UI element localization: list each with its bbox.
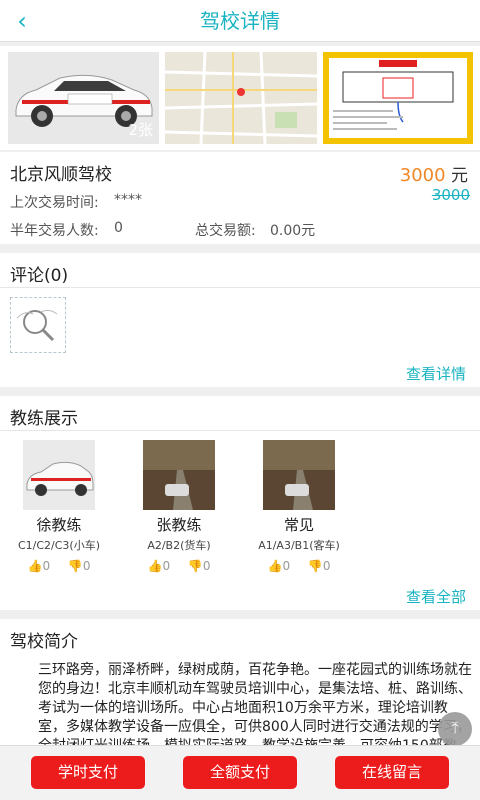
price-value: 3000 [399, 165, 446, 186]
thumb-up-icon[interactable]: 👍 [267, 559, 282, 573]
comments-section: 评论(0) 查看详情 [0, 253, 480, 387]
last-trade-label: 上次交易时间: [10, 195, 99, 211]
total-amount-value: 0.00元 [270, 223, 316, 239]
dislike-count: 0 [322, 559, 331, 573]
like-count: 0 [282, 559, 291, 573]
gallery-photo-car[interactable]: 2张 [8, 52, 159, 144]
coach-votes: 👍0 👎0 [124, 559, 234, 573]
coach-license: A2/B2(货车) [147, 539, 211, 552]
coach-photo [23, 440, 95, 510]
dislike-count: 0 [82, 559, 91, 573]
half-year-label: 半年交易人数: [10, 223, 99, 239]
like-count: 0 [162, 559, 171, 573]
thumb-up-icon[interactable]: 👍 [147, 559, 162, 573]
empty-comment-icon [10, 297, 66, 353]
header-bar: ‹ 驾校详情 [0, 0, 480, 42]
intro-section: 驾校简介 三环路旁，丽泽桥畔，绿树成荫，百花争艳。一座花园式的训练场就在您的身边… [0, 619, 480, 745]
comments-title: 评论(0) [10, 266, 69, 286]
thumb-down-icon[interactable]: 👎 [68, 559, 83, 573]
coach-card[interactable]: 徐教练 C1/C2/C3(小车) 👍0 👎0 [4, 440, 114, 573]
divider [0, 430, 480, 431]
price-unit: 元 [451, 166, 468, 186]
photo-gallery[interactable]: 2张 [0, 46, 480, 150]
footer-bar: 学时支付 全额支付 在线留言 [0, 745, 480, 800]
original-price: 3000 [431, 186, 470, 204]
like-count: 0 [42, 559, 51, 573]
coaches-title: 教练展示 [10, 409, 78, 429]
half-year-value: 0 [114, 220, 123, 236]
coach-votes: 👍0 👎0 [244, 559, 354, 573]
last-trade-value: **** [114, 192, 142, 208]
coaches-section: 教练展示 徐教练 C1/C2/C3(小车) 👍0 👎0 张教练 A2/B2(货车… [0, 396, 480, 610]
dislike-count: 0 [202, 559, 211, 573]
online-message-button[interactable]: 在线留言 [335, 756, 449, 789]
coach-name: 徐教练 [36, 516, 82, 534]
coach-license: A1/A3/B1(客车) [258, 539, 340, 552]
page-title: 驾校详情 [200, 9, 280, 33]
view-details-link[interactable]: 查看详情 [406, 363, 466, 384]
hourly-pay-button[interactable]: 学时支付 [31, 756, 145, 789]
thumb-down-icon[interactable]: 👎 [308, 559, 323, 573]
view-all-link[interactable]: 查看全部 [406, 586, 466, 607]
intro-text: 三环路旁，丽泽桥畔，绿树成荫，百花争艳。一座花园式的训练场就在您的身边！北京丰顺… [38, 662, 472, 745]
school-info-card: 北京风顺驾校 3000 元 3000 上次交易时间: **** 半年交易人数: … [0, 152, 480, 244]
photo-count: 2张 [128, 121, 153, 139]
coach-card[interactable]: 张教练 A2/B2(货车) 👍0 👎0 [124, 440, 234, 573]
coach-name: 常见 [283, 516, 314, 534]
gallery-diagram[interactable] [323, 52, 473, 144]
coach-card[interactable]: 常见 A1/A3/B1(客车) 👍0 👎0 [244, 440, 354, 573]
coach-photo [143, 440, 215, 510]
back-icon[interactable]: ‹ [8, 6, 36, 36]
full-pay-button[interactable]: 全额支付 [183, 756, 297, 789]
school-name: 北京风顺驾校 [10, 165, 112, 185]
coach-votes: 👍0 👎0 [4, 559, 114, 573]
coach-license: C1/C2/C3(小车) [17, 539, 101, 552]
total-amount-label: 总交易额: [195, 223, 256, 239]
coach-photo [263, 440, 335, 510]
thumb-down-icon[interactable]: 👎 [188, 559, 203, 573]
price: 3000 元 [400, 161, 468, 186]
scroll-top-icon[interactable]: ⤒ [438, 712, 472, 746]
gallery-map[interactable] [165, 52, 317, 144]
thumb-up-icon[interactable]: 👍 [27, 559, 42, 573]
divider [0, 287, 480, 288]
coach-name: 张教练 [156, 516, 202, 534]
intro-title: 驾校简介 [10, 632, 78, 652]
